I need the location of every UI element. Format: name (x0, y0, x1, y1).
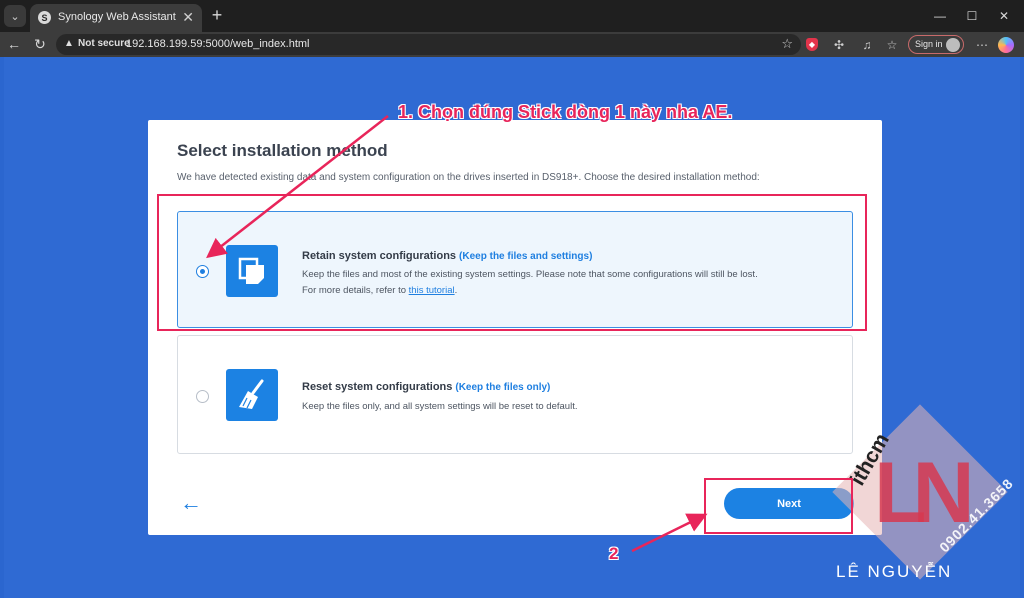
highlight-box-next (704, 478, 853, 534)
annotation-note-1: 1. Chọn đúng Stick dòng 1 này nha AE. (398, 102, 733, 122)
maximize-icon[interactable]: ☐ (962, 6, 982, 26)
browser-tab-bar: ⌄ S Synology Web Assistant ✕ + — ☐ ✕ (0, 0, 1024, 32)
option-reset-heading: Reset system configurations (Keep the fil… (302, 381, 550, 393)
synology-favicon-icon: S (38, 11, 51, 24)
highlight-box-option1 (157, 194, 867, 331)
tab-title: Synology Web Assistant (58, 11, 176, 23)
media-icon[interactable]: ♫ (858, 36, 876, 54)
watermark-name: LÊ NGUYỄN (836, 562, 953, 581)
warning-icon: ▲ (64, 38, 74, 49)
favorites-icon[interactable]: ☆ (883, 36, 901, 54)
browser-tab[interactable]: S Synology Web Assistant ✕ (30, 4, 202, 32)
tab-search-button[interactable]: ⌄ (4, 5, 26, 27)
option-reset-title: Reset system configurations (302, 381, 453, 393)
close-tab-icon[interactable]: ✕ (182, 9, 194, 26)
back-icon[interactable]: ← (4, 34, 24, 54)
copilot-icon[interactable] (998, 37, 1014, 53)
back-arrow-icon[interactable]: ← (180, 490, 202, 516)
dialog-title: Select installation method (177, 141, 388, 160)
new-tab-button[interactable]: + (207, 4, 227, 26)
browser-toolbar: ← ↻ ▲ Not secure 192.168.199.59:5000/web… (0, 32, 1024, 57)
minimize-icon[interactable]: — (930, 6, 950, 26)
shield-extension-icon[interactable]: ◆ (806, 38, 818, 51)
address-bar[interactable]: ▲ Not secure 192.168.199.59:5000/web_ind… (56, 34, 801, 55)
option-reset-configurations[interactable]: Reset system configurations (Keep the fil… (177, 335, 853, 454)
option-reset-description: Keep the files only, and all system sett… (302, 401, 578, 412)
avatar-icon (946, 38, 960, 52)
sign-in-button[interactable]: Sign in (908, 35, 964, 54)
more-menu-icon[interactable]: ⋯ (973, 36, 991, 54)
annotation-note-2: 2 (609, 544, 619, 563)
bookmark-star-icon[interactable]: ☆ (781, 36, 793, 52)
reload-icon[interactable]: ↻ (30, 34, 50, 54)
radio-reset[interactable] (196, 390, 209, 403)
security-label[interactable]: Not secure (78, 38, 130, 49)
extensions-puzzle-icon[interactable]: ✣ (830, 36, 848, 54)
url-text[interactable]: 192.168.199.59:5000/web_index.html (126, 38, 309, 50)
option-reset-hint: (Keep the files only) (455, 382, 551, 393)
broom-icon (226, 369, 278, 421)
close-window-icon[interactable]: ✕ (994, 6, 1014, 26)
sign-in-label: Sign in (915, 39, 943, 49)
dialog-subtitle: We have detected existing data and syste… (177, 172, 760, 183)
